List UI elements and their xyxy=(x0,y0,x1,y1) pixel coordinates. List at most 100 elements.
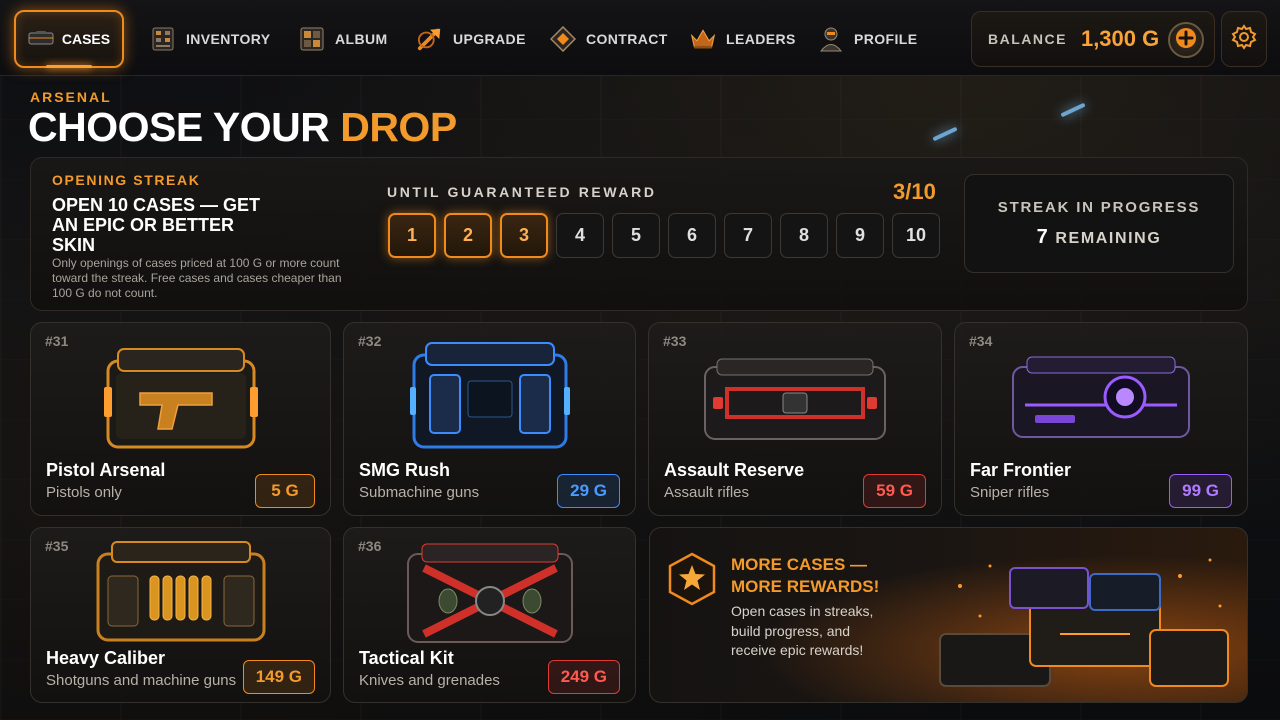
promo-description: Open cases in streaks, build progress, a… xyxy=(731,603,874,658)
case-card-far-frontier[interactable]: #34 Far Frontier Sniper rifles 99 G xyxy=(954,322,1248,516)
case-name: Pistol Arsenal xyxy=(46,460,166,480)
case-card-tactical-kit[interactable]: #36 Tactical Kit Knives and grenades 249… xyxy=(343,527,636,703)
streak-step: 9 xyxy=(836,213,884,258)
step-number: 9 xyxy=(854,225,865,245)
streak-step: 4 xyxy=(556,213,604,258)
streak-description: Only openings of cases priced at 100 G o… xyxy=(52,256,342,300)
nav-tab-upgrade[interactable]: UPGRADE xyxy=(417,22,526,56)
star-badge-icon xyxy=(668,552,716,606)
title-accent: DROP xyxy=(340,104,457,150)
promo-title: MORE CASES — MORE REWARDS! xyxy=(731,555,880,596)
nav-tab-label: LEADERS xyxy=(726,31,796,47)
remaining-suffix: REMAINING xyxy=(1055,229,1162,247)
profile-icon xyxy=(818,26,844,52)
nav-tab-label: PROFILE xyxy=(854,31,918,47)
crate-pile-illustration xyxy=(939,558,1229,687)
remaining-count: 7 xyxy=(1036,225,1050,248)
nav-tab-label: CONTRACT xyxy=(586,31,668,47)
step-number: 8 xyxy=(798,225,809,245)
case-price-button[interactable]: 5 G xyxy=(255,474,315,508)
case-subtitle: Submachine guns xyxy=(359,484,480,501)
step-number: 2 xyxy=(462,225,473,245)
streak-step: 10 xyxy=(892,213,940,258)
case-crate-image xyxy=(103,348,258,449)
case-name: SMG Rush xyxy=(359,460,451,480)
case-card-assault-reserve[interactable]: #33 Assault Reserve Assault rifles 59 G xyxy=(648,322,942,516)
nav-tab-profile[interactable]: PROFILE xyxy=(818,22,917,56)
case-crate-image xyxy=(96,541,265,642)
case-price-button[interactable]: 59 G xyxy=(863,474,926,508)
step-number: 5 xyxy=(630,225,641,245)
nav-tab-album[interactable]: ALBUM xyxy=(299,22,388,56)
plus-icon xyxy=(1175,27,1197,54)
balance-value: 1,300 G xyxy=(1080,26,1160,51)
page-title: CHOOSE YOUR DROP xyxy=(28,104,457,151)
case-crate-image xyxy=(406,543,573,643)
case-number: #31 xyxy=(45,333,69,349)
case-card-heavy-caliber[interactable]: #35 Heavy Caliber Shotguns and machine g… xyxy=(30,527,331,703)
case-card-pistol-arsenal[interactable]: #31 Pistol Arsenal Pistols only 5 G xyxy=(30,322,331,516)
contract-icon xyxy=(550,26,576,52)
case-price-button[interactable]: 149 G xyxy=(242,660,315,694)
case-number: #34 xyxy=(969,333,993,349)
inventory-icon xyxy=(150,26,176,52)
streak-remaining: 7 REMAINING xyxy=(1037,226,1162,249)
crown-icon xyxy=(690,26,716,52)
case-number: #35 xyxy=(45,538,69,554)
nav-tab-inventory[interactable]: INVENTORY xyxy=(150,22,271,56)
case-name: Far Frontier xyxy=(970,460,1072,480)
nav-tab-label: ALBUM xyxy=(335,31,388,47)
streak-step: 7 xyxy=(724,213,772,258)
streak-step: 8 xyxy=(780,213,828,258)
case-price-button[interactable]: 249 G xyxy=(547,660,620,694)
streak-step: 1 xyxy=(388,213,436,258)
nav-tab-cases[interactable]: CASES xyxy=(14,10,124,68)
step-number: 10 xyxy=(905,225,927,245)
step-number: 7 xyxy=(742,225,753,245)
background-light xyxy=(932,126,958,142)
step-number: 3 xyxy=(518,225,529,245)
case-subtitle: Knives and grenades xyxy=(359,672,500,689)
case-crate-image xyxy=(1012,356,1190,438)
case-number: #33 xyxy=(663,333,687,349)
streak-label: OPENING STREAK xyxy=(52,172,201,188)
album-icon xyxy=(299,26,325,52)
case-number: #36 xyxy=(358,538,382,554)
add-funds-button[interactable] xyxy=(1168,22,1204,58)
opening-streak-panel: OPENING STREAK OPEN 10 CASES — GET AN EP… xyxy=(30,157,1248,311)
streak-status-title: STREAK IN PROGRESS xyxy=(997,198,1201,216)
case-subtitle: Shotguns and machine guns xyxy=(46,672,237,689)
streak-progress-count: 3/10 xyxy=(893,179,936,204)
streak-title: OPEN 10 CASES — GET AN EPIC OR BETTER SK… xyxy=(52,195,261,255)
case-name: Heavy Caliber xyxy=(46,648,166,668)
case-subtitle: Assault rifles xyxy=(664,484,750,501)
case-name: Assault Reserve xyxy=(664,460,805,480)
top-navigation-bar: CASES INVENTORY ALBUM UPGRADE CONTRACT L… xyxy=(0,0,1280,76)
case-price-button[interactable]: 99 G xyxy=(1169,474,1232,508)
case-subtitle: Pistols only xyxy=(46,484,122,501)
case-icon xyxy=(28,30,54,49)
case-number: #32 xyxy=(358,333,382,349)
nav-tab-label: UPGRADE xyxy=(453,31,526,47)
section-eyebrow: ARSENAL xyxy=(30,89,112,105)
settings-button[interactable] xyxy=(1221,11,1267,67)
upgrade-icon xyxy=(417,26,443,52)
background-light xyxy=(1060,102,1086,118)
step-number: 1 xyxy=(406,225,417,245)
nav-tab-contract[interactable]: CONTRACT xyxy=(550,22,668,56)
case-price-button[interactable]: 29 G xyxy=(557,474,620,508)
nav-tab-label: INVENTORY xyxy=(186,31,271,47)
streak-step: 2 xyxy=(444,213,492,258)
promo-banner: MORE CASES — MORE REWARDS! Open cases in… xyxy=(649,527,1248,703)
streak-status-box: STREAK IN PROGRESS 7 REMAINING xyxy=(964,174,1234,273)
step-number: 4 xyxy=(574,225,585,245)
gear-icon xyxy=(1231,23,1257,55)
step-number: 6 xyxy=(686,225,697,245)
streak-step: 3 xyxy=(500,213,548,258)
nav-tab-leaders[interactable]: LEADERS xyxy=(690,22,796,56)
case-crate-image xyxy=(704,358,886,440)
case-card-smg-rush[interactable]: #32 SMG Rush Submachine guns 29 G xyxy=(343,322,636,516)
case-crate-image xyxy=(409,342,570,449)
balance-panel: BALANCE 1,300 G xyxy=(971,11,1215,67)
streak-step: 6 xyxy=(668,213,716,258)
